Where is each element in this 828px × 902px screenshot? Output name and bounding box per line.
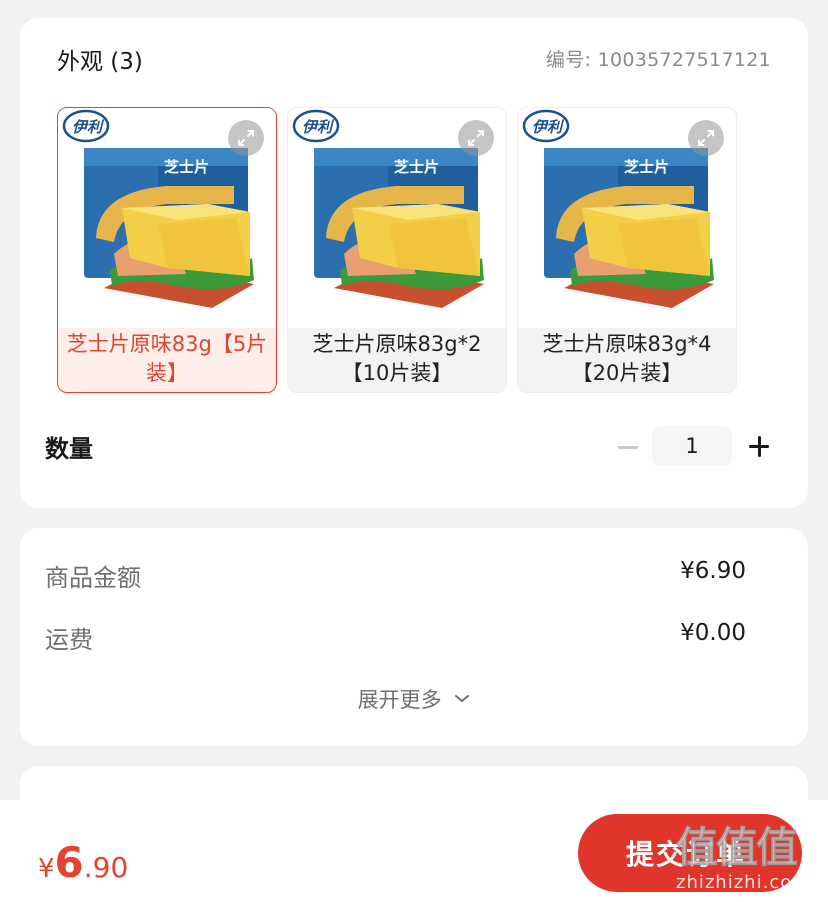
goods-amount-value: ¥6.90 [680,558,746,584]
submit-order-button[interactable]: 提交订单 [578,814,802,892]
quantity-input[interactable] [652,426,732,466]
price-summary-card: 商品金额 ¥6.90 运费 ¥0.00 展开更多 [20,528,808,746]
package-text: 芝士片 [164,158,210,176]
expand-arrows-icon [468,130,484,146]
brand-logo: 伊利 [302,118,333,136]
expand-arrows-icon [698,130,714,146]
product-code-label: 编号: [545,49,592,71]
zoom-button[interactable] [228,120,264,156]
product-code-value: 10035727517121 [597,49,771,71]
variant-option-1[interactable]: 伊利 芝士片 芝士片原味83g【5片装】 [57,107,277,393]
order-total: ¥6.90 [38,838,128,887]
package-text: 芝士片 [624,158,670,176]
total-decimal: .90 [83,851,129,884]
variant-label[interactable]: 芝士片原味83g【5片装】 [58,330,276,392]
total-currency: ¥ [38,854,55,884]
variant-label[interactable]: 芝士片原味83g*4【20片装】 [518,330,736,392]
goods-amount-row: 商品金额 ¥6.90 [45,558,746,593]
variant-image[interactable]: 伊利 芝士片 [58,108,276,328]
spec-card: 外观 (3) 编号: 10035727517121 伊利 芝士片 芝士片原味83… [20,18,808,508]
spec-title: 外观 (3) [57,49,143,75]
variant-image[interactable]: 伊利 芝士片 [518,108,736,328]
brand-logo: 伊利 [532,118,563,136]
bottom-bar: ¥6.90 提交订单 [0,800,828,902]
minus-icon[interactable] [614,433,642,461]
shipping-label: 运费 [45,626,93,654]
total-integer: 6 [54,838,84,887]
product-code: 编号: 10035727517121 [546,45,771,72]
plus-icon[interactable] [744,432,774,462]
shipping-value: ¥0.00 [680,620,746,646]
chevron-down-icon [455,695,470,703]
package-text: 芝士片 [394,158,440,176]
expand-arrows-icon [238,130,254,146]
goods-amount-label: 商品金额 [45,564,141,592]
brand-logo: 伊利 [72,118,103,136]
variant-label[interactable]: 芝士片原味83g*2【10片装】 [288,330,506,392]
variant-image[interactable]: 伊利 芝士片 [288,108,506,328]
expand-more-label: 展开更多 [357,688,442,712]
variant-option-2[interactable]: 伊利 芝士片 芝士片原味83g*2【10片装】 [287,107,507,393]
zoom-button[interactable] [688,120,724,156]
zoom-button[interactable] [458,120,494,156]
shipping-row: 运费 ¥0.00 [45,620,746,655]
expand-more-button[interactable]: 展开更多 [20,684,808,714]
variant-option-3[interactable]: 伊利 芝士片 芝士片原味83g*4【20片装】 [517,107,737,393]
quantity-label: 数量 [45,435,93,463]
